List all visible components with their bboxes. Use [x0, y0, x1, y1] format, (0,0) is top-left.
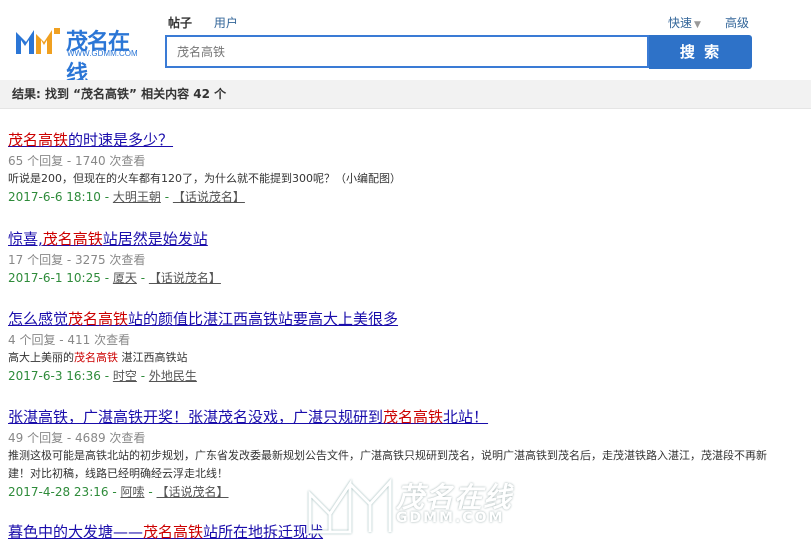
result-forum-link[interactable]: 【话说茂名】 — [149, 271, 221, 285]
result-date: 2017-6-1 10:25 — [8, 271, 101, 285]
result-meta: 2017-6-6 18:10 - 大明王朝 - 【话说茂名】 — [8, 190, 245, 204]
result-author-link[interactable]: 时空 — [113, 369, 137, 383]
result-summary: 结果: 找到 “茂名高铁” 相关内容 42 个 — [12, 87, 227, 101]
result-meta: 2017-6-3 16:36 - 时空 - 外地民生 — [8, 369, 197, 383]
result-title[interactable]: 茂名高铁的时速是多少？ — [8, 130, 798, 150]
chevron-down-icon: ▼ — [694, 20, 701, 30]
result-item: 怎么感觉茂名高铁站的颜值比湛江西高铁站要高大上美很多 4 个回复 - 411 次… — [8, 309, 798, 385]
result-forum-link[interactable]: 外地民生 — [149, 369, 197, 383]
result-item: 茂名高铁的时速是多少？ 65 个回复 - 1740 次查看 听说是200，但现在… — [8, 130, 798, 206]
result-date: 2017-6-3 16:36 — [8, 369, 101, 383]
result-date: 2017-6-6 18:10 — [8, 190, 101, 204]
search-tabs: 帖子 用户 — [168, 14, 256, 31]
result-snippet: 高大上美丽的茂名高铁 湛江西高铁站 — [8, 351, 188, 364]
logo-url: WWW.GDMM.COM — [67, 49, 138, 58]
result-meta: 2017-6-1 10:25 - 厦天 - 【话说茂名】 — [8, 271, 221, 285]
result-author-link[interactable]: 厦天 — [113, 271, 137, 285]
quick-label: 快速 — [668, 16, 693, 30]
result-snippet: 听说是200，但现在的火车都有120了，为什么就不能提到300呢？（小编配图） — [8, 172, 401, 185]
result-stats: 49 个回复 - 4689 次查看 — [8, 431, 146, 445]
advanced-search-link[interactable]: 高级 — [725, 14, 749, 31]
search-button[interactable]: 搜 索 — [649, 35, 752, 69]
result-summary-bar: 结果: 找到 “茂名高铁” 相关内容 42 个 — [0, 80, 811, 109]
result-author-link[interactable]: 大明王朝 — [113, 190, 161, 204]
result-title[interactable]: 张湛高铁，广湛高铁开奖！张湛茂名没戏，广湛只规研到茂名高铁北站！ — [8, 407, 798, 427]
result-date: 2017-4-28 23:16 — [8, 485, 109, 499]
result-stats: 4 个回复 - 411 次查看 — [8, 333, 131, 347]
result-title[interactable]: 惊喜,茂名高铁站居然是始发站 — [8, 229, 798, 249]
search-input[interactable] — [175, 44, 639, 60]
result-stats: 65 个回复 - 1740 次查看 — [8, 154, 146, 168]
tab-users[interactable]: 用户 — [214, 16, 238, 30]
site-logo[interactable]: 茂名在线 WWW.GDMM.COM — [14, 22, 149, 87]
result-forum-link[interactable]: 【话说茂名】 — [157, 485, 229, 499]
result-author-link[interactable]: 阿嗦 — [121, 485, 145, 499]
result-title[interactable]: 怎么感觉茂名高铁站的颜值比湛江西高铁站要高大上美很多 — [8, 309, 798, 329]
tab-posts[interactable]: 帖子 — [168, 16, 192, 30]
result-forum-link[interactable]: 【话说茂名】 — [173, 190, 245, 204]
watermark: 茂名在线 GDMM.COM — [300, 468, 520, 538]
result-item: 惊喜,茂名高铁站居然是始发站 17 个回复 - 3275 次查看 2017-6-… — [8, 229, 798, 287]
logo-m-icon — [16, 28, 60, 54]
watermark-logo-icon — [308, 478, 392, 534]
search-box — [165, 35, 649, 68]
result-stats: 17 个回复 - 3275 次查看 — [8, 253, 146, 267]
quick-dropdown[interactable]: 快速 ▼ — [668, 14, 701, 31]
watermark-url: GDMM.COM — [396, 510, 505, 526]
